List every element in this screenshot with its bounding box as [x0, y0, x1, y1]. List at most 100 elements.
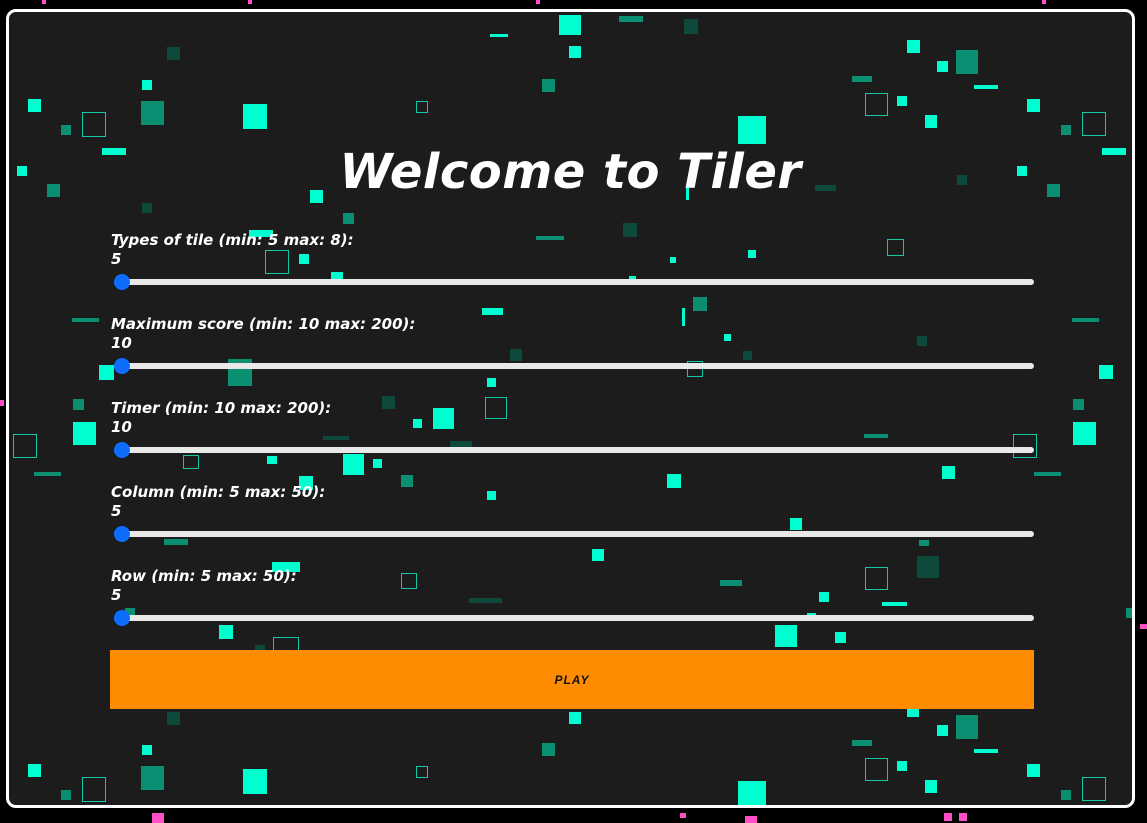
background-tile: [942, 466, 955, 479]
background-tile: [738, 116, 766, 144]
background-tile: [1073, 399, 1084, 410]
background-tile: [956, 715, 978, 739]
background-tile: [61, 125, 71, 135]
background-tile: [1082, 112, 1106, 136]
background-tile: [1126, 608, 1132, 618]
background-tile: [1013, 434, 1037, 458]
background-tile: [343, 213, 354, 224]
page-title: Welcome to Tiler: [339, 144, 802, 200]
background-tile: [167, 47, 180, 60]
background-tile: [907, 40, 920, 53]
background-tile: [13, 434, 37, 458]
background-tile: [142, 745, 152, 755]
background-tile: [569, 712, 581, 724]
background-tile: [974, 85, 998, 89]
setting-maximum-score: Maximum score (min: 10 max: 200): 10: [111, 315, 1036, 374]
game-frame: Welcome to Tiler Types of tile (min: 5 m…: [6, 9, 1135, 808]
setting-label: Column (min: 5 max: 50):: [111, 483, 326, 501]
background-tile: [693, 297, 707, 311]
background-tile: [897, 761, 907, 771]
setting-label: Maximum score (min: 10 max: 200):: [111, 315, 416, 333]
background-tile: [28, 99, 41, 112]
background-tile: [542, 79, 555, 92]
edge-decoration: [959, 813, 967, 821]
background-tile: [542, 743, 555, 756]
setting-label: Timer (min: 10 max: 200):: [111, 399, 332, 417]
edge-decoration: [42, 0, 46, 4]
column-slider[interactable]: [114, 526, 1034, 542]
background-tile: [141, 101, 164, 125]
timer-slider[interactable]: [114, 442, 1034, 458]
background-tile: [1061, 790, 1071, 800]
slider-thumb[interactable]: [114, 358, 130, 374]
slider-thumb[interactable]: [114, 610, 130, 626]
background-tile: [373, 459, 382, 468]
edge-decoration: [536, 0, 540, 4]
background-tile: [738, 781, 766, 805]
background-tile: [1099, 365, 1113, 379]
edge-decoration: [248, 0, 252, 4]
edge-decoration: [0, 400, 4, 406]
background-tile: [73, 422, 96, 445]
setting-column: Column (min: 5 max: 50): 5: [111, 483, 1036, 542]
background-tile: [243, 104, 267, 129]
background-tile: [164, 539, 188, 545]
background-tile: [1082, 777, 1106, 801]
background-tile: [142, 203, 152, 213]
background-tile: [183, 455, 199, 469]
setting-value: 5: [111, 250, 122, 268]
background-tile: [99, 365, 114, 380]
setting-value: 10: [111, 334, 132, 352]
background-tile: [919, 540, 929, 546]
background-tile: [219, 625, 233, 639]
setting-value: 5: [111, 586, 122, 604]
background-tile: [835, 632, 846, 643]
background-tile: [619, 16, 643, 22]
background-tile: [490, 34, 508, 37]
background-tile: [34, 472, 61, 476]
edge-decoration: [680, 813, 686, 818]
play-button[interactable]: PLAY: [110, 650, 1034, 709]
background-tile: [141, 766, 164, 790]
background-tile: [73, 399, 84, 410]
background-tile: [167, 712, 180, 725]
background-tile: [925, 780, 937, 793]
slider-thumb[interactable]: [114, 526, 130, 542]
background-tile: [592, 549, 604, 561]
background-tile: [1027, 99, 1040, 112]
background-tile: [82, 112, 106, 137]
background-tile: [1027, 764, 1040, 777]
edge-decoration: [745, 816, 757, 823]
background-tile: [937, 61, 948, 72]
background-tile: [482, 308, 503, 315]
background-tile: [852, 76, 872, 82]
background-tile: [569, 46, 581, 58]
background-tile: [865, 758, 888, 781]
row-slider[interactable]: [114, 610, 1034, 626]
edge-decoration: [1042, 0, 1046, 4]
setting-tile-types: Types of tile (min: 5 max: 8): 5: [111, 231, 1036, 290]
background-tile: [865, 93, 888, 116]
background-tile: [1061, 125, 1071, 135]
background-tile: [937, 725, 948, 736]
slider-thumb[interactable]: [114, 274, 130, 290]
background-tile: [343, 454, 364, 475]
edge-decoration: [1140, 624, 1147, 629]
background-tile: [1072, 318, 1099, 322]
background-tile: [416, 101, 428, 113]
slider-thumb[interactable]: [114, 442, 130, 458]
background-tile: [82, 777, 106, 802]
maximum-score-slider[interactable]: [114, 358, 1034, 374]
background-tile: [925, 115, 937, 128]
setting-label: Row (min: 5 max: 50):: [111, 567, 297, 585]
edge-decoration: [944, 813, 952, 821]
background-tile: [267, 456, 277, 464]
background-tile: [956, 50, 978, 74]
background-tile: [974, 749, 998, 753]
setting-row: Row (min: 5 max: 50): 5: [111, 567, 1036, 626]
background-tile: [1073, 422, 1096, 445]
background-tile: [487, 378, 496, 387]
background-tile: [243, 769, 267, 794]
background-tile: [1034, 472, 1061, 476]
tile-types-slider[interactable]: [114, 274, 1034, 290]
